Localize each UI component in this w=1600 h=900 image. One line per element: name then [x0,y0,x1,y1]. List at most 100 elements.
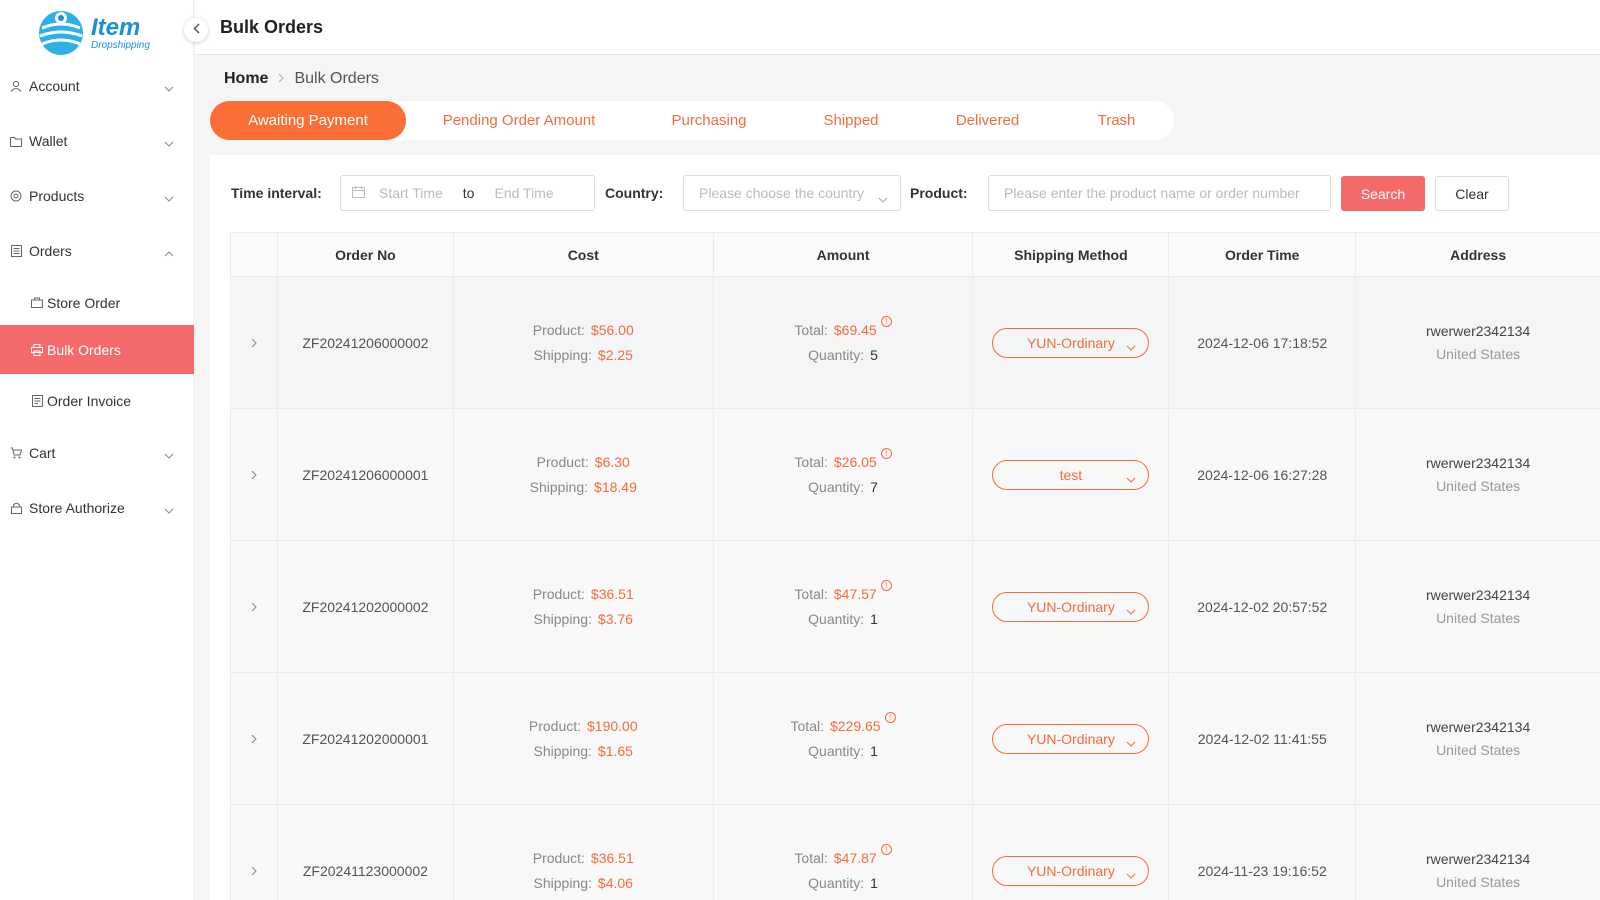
expand-row-icon[interactable] [251,863,257,879]
expand-cell [231,541,278,672]
product-cost-value: $56.00 [590,321,634,338]
expand-cell [231,805,278,900]
product-cost-label: Product: [528,717,582,734]
order-no-cell: ZF20241206000002 [278,277,454,408]
search-button[interactable]: Search [1341,176,1425,211]
tab-trash[interactable]: Trash [1059,101,1174,140]
shipping-method-cell: YUN-Ordinary [973,541,1170,672]
chevron-down-icon [1126,602,1136,618]
end-time-input[interactable]: End Time [494,185,553,201]
address-cell: rwerwer2342134 United States [1356,805,1600,900]
table-body: ZF20241206000002 Product: $56.00 Shipping… [231,277,1600,900]
tab-shipped[interactable]: Shipped [786,101,916,140]
folder-icon [9,134,23,148]
invoice-icon [30,394,44,408]
product-search-placeholder: Please enter the product name or order n… [1004,185,1300,201]
globe-logo-icon [39,11,83,55]
sidebar-subitem-bulk-orders[interactable]: Bulk Orders [0,325,194,374]
column-header-order-time: Order Time [1169,233,1357,276]
chevron-down-icon [164,79,174,95]
total-value: $229.65 [829,717,881,734]
sidebar-item-products[interactable]: Products [0,172,194,220]
quantity-label: Quantity: [808,478,865,495]
chevron-down-icon [164,446,174,462]
expand-row-icon[interactable] [251,731,257,747]
total-label: Total: [794,849,828,866]
sidebar-subitem-order-invoice[interactable]: Order Invoice [0,376,194,425]
shipping-method-select[interactable]: YUN-Ordinary [992,327,1150,358]
total-value: $47.87 [833,849,877,866]
tab-delivered[interactable]: Delivered [916,101,1059,140]
sidebar-subitem-store-order[interactable]: Store Order [0,278,194,327]
quantity-value: 7 [870,478,878,495]
address-country: United States [1436,345,1521,362]
address-name: rwerwer2342134 [1425,586,1531,603]
sidebar-item-orders[interactable]: Orders [0,227,194,275]
address-country: United States [1436,477,1521,494]
expand-column-header [231,233,278,276]
expand-row-icon[interactable] [251,599,257,615]
order-time-cell: 2024-12-06 16:27:28 [1169,409,1357,540]
address-country: United States [1436,609,1521,626]
product-search-input[interactable]: Please enter the product name or order n… [988,175,1331,211]
orders-table: Order No Cost Amount Shipping Method Ord… [230,232,1600,900]
info-icon[interactable]: ! [880,315,892,327]
info-icon[interactable]: ! [884,711,896,723]
clear-button[interactable]: Clear [1435,176,1509,211]
chevron-down-icon [1126,470,1136,486]
logo[interactable]: Item Dropshipping [36,6,166,58]
cost-cell: Product: $56.00 Shipping: $2.25 [454,277,714,408]
top-header: Bulk Orders [195,0,1600,55]
sidebar-item-label: Wallet [29,133,68,149]
chevron-down-icon [164,134,174,150]
country-select[interactable]: Please choose the country [683,175,901,211]
column-header-amount: Amount [714,233,974,276]
total-label: Total: [790,717,824,734]
sidebar-item-cart[interactable]: Cart [0,429,194,477]
info-icon[interactable]: ! [880,447,892,459]
address-cell: rwerwer2342134 United States [1356,541,1600,672]
sidebar: Item Dropshipping Account Wallet Product… [0,0,194,900]
order-no: ZF20241123000002 [302,862,428,879]
info-icon[interactable]: ! [880,579,892,591]
amount-cell: Total: $229.65! Quantity: 1 [714,673,974,804]
address-country: United States [1436,873,1521,890]
shipping-method-select[interactable]: YUN-Ordinary [992,855,1150,886]
quantity-label: Quantity: [808,742,865,759]
product-cost-label: Product: [532,321,585,338]
address-name: rwerwer2342134 [1425,718,1531,735]
date-range-picker[interactable]: Start Time to End Time [340,175,595,211]
shipping-cost-label: Shipping: [533,610,592,627]
shipping-cost-value: $4.06 [597,874,633,891]
product-cost-label: Product: [532,849,585,866]
shipping-method-select[interactable]: test [992,459,1150,490]
sidebar-item-label: Products [29,188,85,204]
start-time-input[interactable]: Start Time [379,185,443,201]
sidebar-item-account[interactable]: Account [0,62,194,110]
shipping-method-cell: test [973,409,1170,540]
shipping-cost-label: Shipping: [533,346,592,363]
order-time-cell: 2024-12-02 11:41:55 [1169,673,1357,804]
order-time-cell: 2024-11-23 19:16:52 [1169,805,1357,900]
cost-cell: Product: $36.51 Shipping: $4.06 [454,805,714,900]
calendar-icon [352,185,365,201]
sidebar-item-wallet[interactable]: Wallet [0,117,194,165]
product-cost-value: $6.30 [594,453,630,470]
info-icon[interactable]: ! [880,843,892,855]
tab-awaiting-payment[interactable]: Awaiting Payment [210,101,406,140]
shipping-method-cell: YUN-Ordinary [973,277,1170,408]
sidebar-item-store-authorize[interactable]: Store Authorize [0,484,194,532]
shipping-method-select[interactable]: YUN-Ordinary [992,723,1150,754]
expand-row-icon[interactable] [251,335,257,351]
sidebar-subitem-label: Order Invoice [47,392,132,409]
shipping-method-select[interactable]: YUN-Ordinary [992,591,1150,622]
sidebar-subitem-label: Bulk Orders [47,341,121,358]
tab-pending-order-amount[interactable]: Pending Order Amount [406,101,632,140]
breadcrumb-home[interactable]: Home [224,70,268,88]
expand-row-icon[interactable] [251,467,257,483]
sidebar-collapse-button[interactable] [184,18,208,42]
tab-purchasing[interactable]: Purchasing [632,101,786,140]
user-icon [9,79,23,93]
order-time: 2024-11-23 19:16:52 [1197,862,1327,879]
chevron-up-icon [164,244,174,260]
